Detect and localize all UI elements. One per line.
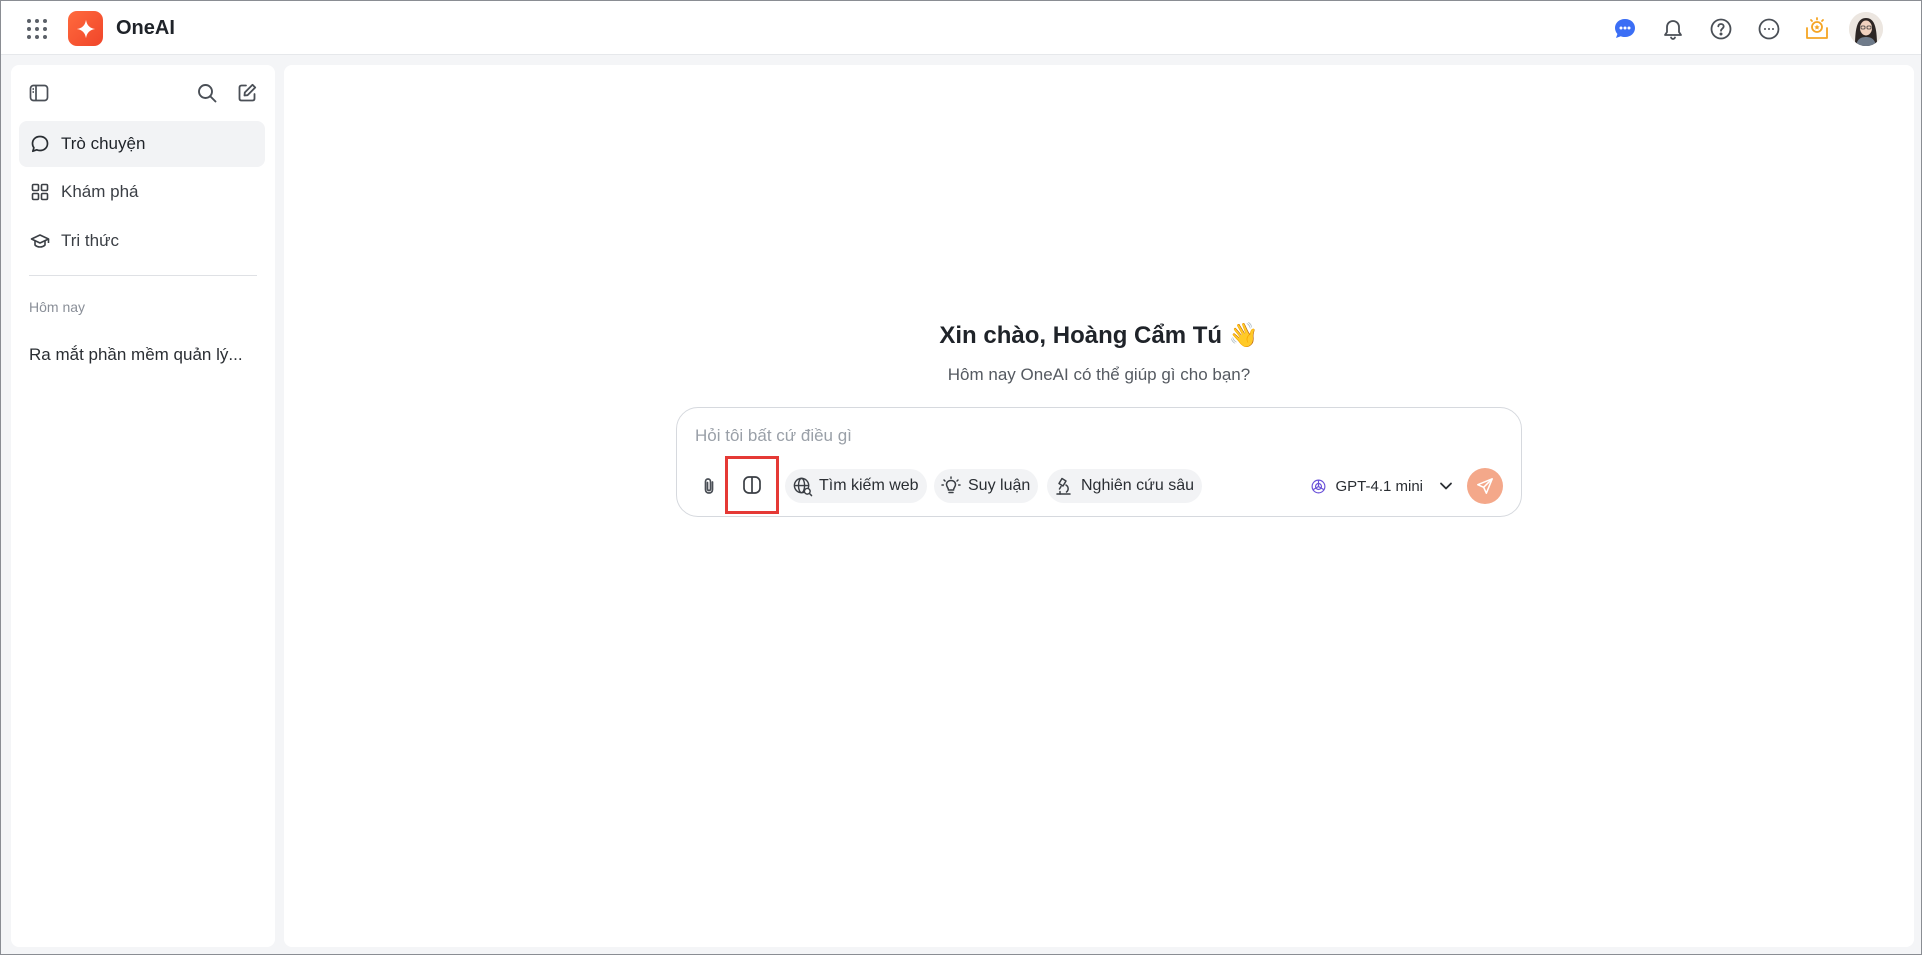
history-item[interactable]: Ra mắt phần mềm quản lý... [29, 345, 259, 365]
model-selector[interactable]: GPT-4.1 mini [1310, 469, 1455, 503]
greeting-subtitle: Hôm nay OneAI có thể giúp gì cho bạn? [947, 365, 1251, 384]
app-logo[interactable] [68, 11, 103, 46]
microscope-icon [1053, 475, 1075, 497]
avatar[interactable] [1849, 12, 1883, 46]
bell-icon[interactable] [1649, 12, 1697, 46]
sidebar-item-knowledge[interactable]: Tri thức [19, 218, 265, 264]
sidebar-item-label: Tri thức [61, 231, 119, 250]
sidebar-item-explore[interactable]: Khám phá [19, 169, 265, 215]
sidebar-item-label: Trò chuyện [61, 134, 146, 153]
attach-button[interactable] [695, 468, 723, 504]
send-button[interactable] [1467, 468, 1503, 504]
web-search-label: Tìm kiếm web [819, 477, 919, 494]
lightbulb-icon [940, 475, 962, 497]
new-chat-icon[interactable] [233, 79, 261, 107]
globe-search-icon [791, 475, 813, 497]
top-bar: OneAI [1, 1, 1921, 55]
sidebar: Trò chuyện Khám phá Tri thức Hôm nay Ra … [11, 65, 275, 947]
send-icon [1477, 478, 1493, 494]
reward-icon[interactable] [1793, 12, 1841, 46]
graduation-cap-icon [29, 230, 51, 252]
deep-research-toggle[interactable]: Nghiên cứu sâu [1047, 469, 1202, 503]
apps-grid-icon[interactable] [23, 15, 51, 43]
chevron-down-icon [1440, 482, 1452, 490]
web-search-toggle[interactable]: Tìm kiếm web [785, 469, 927, 503]
model-name: GPT-4.1 mini [1335, 477, 1423, 495]
reasoning-label: Suy luận [968, 477, 1031, 494]
main-panel: Xin chào, Hoàng Cẩm Tú 👋 Hôm nay OneAI c… [284, 65, 1914, 947]
split-view-button[interactable] [725, 456, 779, 514]
reasoning-toggle[interactable]: Suy luận [934, 469, 1039, 503]
prompt-input[interactable] [695, 422, 1495, 450]
chat-bubble-icon[interactable] [1601, 12, 1649, 46]
sidebar-divider [29, 275, 257, 276]
app-window: OneAI Trò chuyện Khám phá Tri thức Hôm n… [0, 0, 1922, 955]
search-icon[interactable] [193, 79, 221, 107]
help-icon[interactable] [1697, 12, 1745, 46]
sparkle-icon [76, 19, 95, 38]
deep-research-label: Nghiên cứu sâu [1081, 477, 1194, 494]
openai-icon [1311, 479, 1326, 493]
top-actions [1601, 12, 1883, 46]
sidebar-toggle-icon[interactable] [25, 79, 53, 107]
grid-icon [29, 181, 51, 203]
composer: Tìm kiếm web Suy luận [676, 407, 1522, 517]
sidebar-item-label: Khám phá [61, 182, 139, 201]
paperclip-icon [704, 478, 714, 494]
chat-icon [29, 133, 51, 155]
sidebar-item-chat[interactable]: Trò chuyện [19, 121, 265, 167]
app-name: OneAI [116, 17, 175, 39]
section-label-today: Hôm nay [29, 299, 86, 315]
greeting-title: Xin chào, Hoàng Cẩm Tú 👋 [939, 322, 1259, 349]
more-icon[interactable] [1745, 12, 1793, 46]
split-circle-icon [743, 476, 761, 494]
